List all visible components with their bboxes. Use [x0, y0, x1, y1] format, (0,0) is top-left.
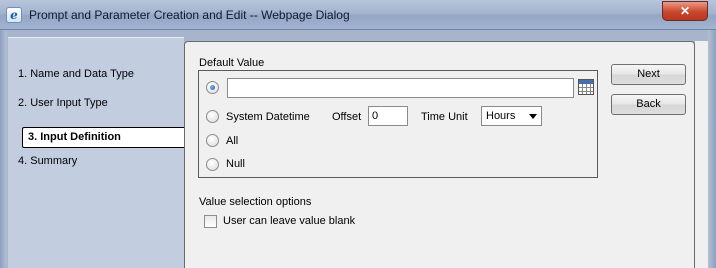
- calendar-icon[interactable]: [578, 79, 594, 95]
- nav-step-name-and-data-type[interactable]: 1. Name and Data Type: [18, 68, 134, 80]
- close-button[interactable]: ✕: [662, 1, 708, 21]
- nav-step-input-definition[interactable]: 3. Input Definition: [22, 127, 186, 148]
- window-title: Prompt and Parameter Creation and Edit -…: [29, 8, 350, 22]
- offset-input[interactable]: [368, 106, 408, 126]
- all-radio[interactable]: [206, 134, 219, 147]
- nav-step-summary[interactable]: 4. Summary: [18, 155, 77, 167]
- default-value-heading: Default Value: [199, 57, 265, 69]
- content-side-area: [695, 41, 708, 268]
- window-frame-left: [0, 30, 7, 268]
- nav-step-input-definition-label: 3. Input Definition: [28, 131, 121, 143]
- chevron-down-icon: [529, 114, 537, 119]
- null-radio[interactable]: [206, 158, 219, 171]
- time-unit-label: Time Unit: [421, 111, 468, 123]
- window-frame-right: [708, 30, 716, 268]
- back-button[interactable]: Back: [611, 94, 686, 115]
- offset-label: Offset: [332, 111, 362, 123]
- nav-step-user-input-type[interactable]: 2. User Input Type: [18, 97, 108, 109]
- next-button[interactable]: Next: [611, 64, 686, 85]
- time-unit-select[interactable]: Hours: [481, 106, 542, 126]
- custom-value-radio[interactable]: [206, 81, 219, 94]
- time-unit-value: Hours: [486, 110, 516, 122]
- default-value-input[interactable]: [227, 78, 574, 98]
- ie-icon: e: [6, 7, 22, 23]
- all-label: All: [226, 135, 239, 147]
- null-label: Null: [226, 158, 245, 170]
- title-bar: e Prompt and Parameter Creation and Edit…: [0, 0, 716, 30]
- leave-blank-label: User can leave value blank: [223, 215, 356, 227]
- system-datetime-label: System Datetime: [226, 111, 310, 123]
- leave-blank-checkbox[interactable]: [204, 215, 217, 228]
- value-selection-heading: Value selection options: [199, 196, 312, 208]
- system-datetime-radio[interactable]: [206, 110, 219, 123]
